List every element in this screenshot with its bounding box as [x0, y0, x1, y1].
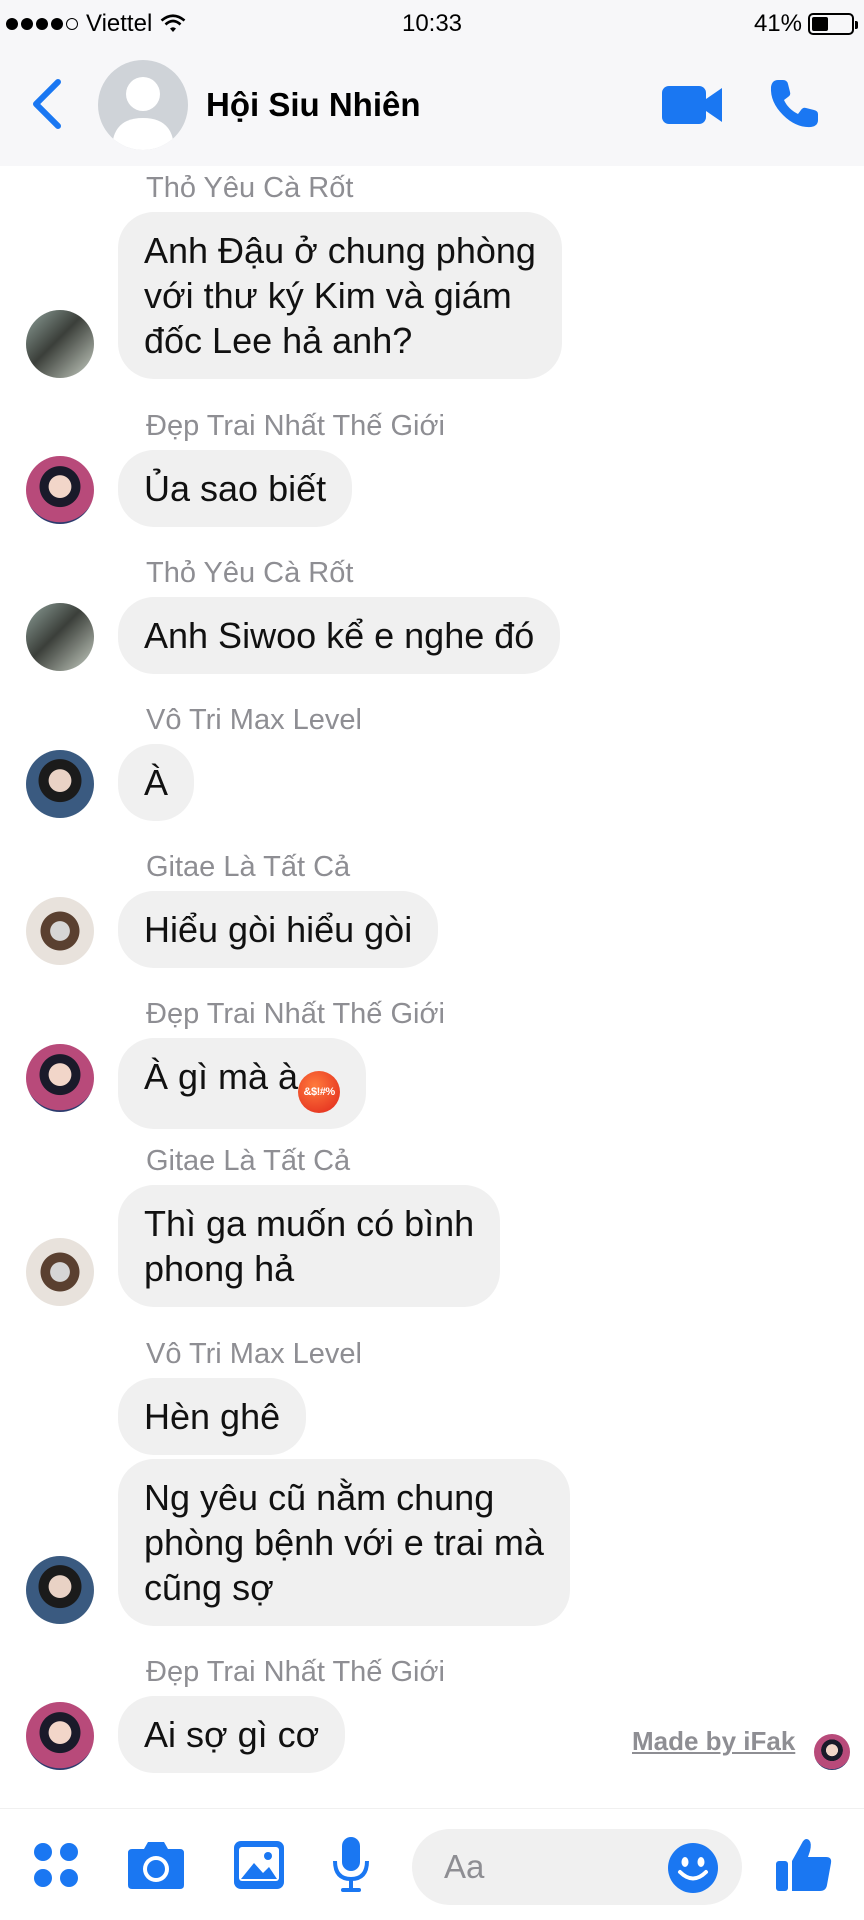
angry-face-icon: &$!#% — [298, 1071, 341, 1113]
message-line: phòng bệnh với e trai mà — [144, 1522, 544, 1563]
sender-avatar[interactable] — [26, 1238, 94, 1306]
message-line: Hèn ghê — [144, 1396, 281, 1437]
person-placeholder-icon — [112, 77, 174, 150]
message-bubble[interactable]: Ủa sao biết — [118, 450, 353, 527]
apps-icon[interactable] — [32, 1841, 80, 1889]
message-bubble[interactable]: Anh Siwoo kể e nghe đó — [118, 597, 561, 674]
message-bubble[interactable]: Anh Đậu ở chung phòng với thư ký Kim và … — [118, 212, 562, 379]
message-bubble[interactable]: À — [118, 744, 195, 821]
message-line: Ai sợ gì cơ — [144, 1714, 320, 1755]
sender-name: Vô Tri Max Level — [146, 1338, 362, 1370]
message-bubble[interactable]: Thì ga muốn có bình phong hả — [118, 1185, 501, 1307]
battery-icon — [808, 13, 858, 35]
message-line: với thư ký Kim và giám — [144, 275, 512, 316]
chat-header: Hội Siu Nhiên — [0, 46, 864, 166]
status-right: 41% — [753, 10, 858, 38]
message-line: Hiểu gòi hiểu gòi — [144, 909, 413, 950]
sender-name: Thỏ Yêu Cà Rốt — [146, 557, 354, 589]
sender-name: Đẹp Trai Nhất Thế Giới — [146, 1656, 445, 1688]
message-line: Ng yêu cũ nằm chung — [144, 1477, 495, 1518]
composer-bar — [0, 1808, 864, 1920]
back-chevron-icon[interactable] — [28, 76, 68, 132]
microphone-icon[interactable] — [330, 1835, 372, 1895]
battery-fill — [812, 17, 828, 31]
gallery-icon[interactable] — [232, 1839, 286, 1891]
sender-avatar[interactable] — [26, 456, 94, 524]
message-line: đốc Lee hả anh? — [144, 320, 413, 361]
camera-icon[interactable] — [126, 1839, 186, 1891]
message-line: cũng sợ — [144, 1567, 274, 1608]
message-bubble[interactable]: À gì mà à &$!#% — [118, 1038, 367, 1129]
sender-avatar[interactable] — [26, 603, 94, 671]
sender-name: Đẹp Trai Nhất Thế Giới — [146, 998, 445, 1030]
sender-name: Thỏ Yêu Cà Rốt — [146, 172, 354, 204]
message-bubble[interactable]: Ng yêu cũ nằm chung phòng bệnh với e tra… — [118, 1459, 570, 1626]
message-line: Ủa sao biết — [144, 468, 327, 509]
chat-title[interactable]: Hội Siu Nhiên — [206, 86, 421, 124]
message-bubble[interactable]: Hèn ghê — [118, 1378, 307, 1455]
thumbs-up-icon[interactable] — [774, 1835, 834, 1895]
group-avatar[interactable] — [98, 60, 188, 150]
sender-name: Gitae Là Tất Cả — [146, 851, 351, 883]
sender-avatar[interactable] — [26, 1556, 94, 1624]
message-bubble[interactable]: Hiểu gòi hiểu gòi — [118, 891, 439, 968]
status-bar: Viettel 10:33 41% — [0, 0, 864, 46]
message-text: À gì mà à — [144, 1056, 299, 1097]
message-line: Anh Đậu ở chung phòng — [144, 230, 536, 271]
sender-name: Đẹp Trai Nhất Thế Giới — [146, 410, 445, 442]
sender-avatar[interactable] — [26, 1702, 94, 1770]
message-line: À gì mà à &$!#% — [144, 1054, 341, 1113]
message-line: Anh Siwoo kể e nghe đó — [144, 615, 535, 656]
status-time: 10:33 — [401, 10, 463, 37]
message-line: Thì ga muốn có bình — [144, 1203, 475, 1244]
sender-name: Gitae Là Tất Cả — [146, 1145, 351, 1177]
battery-percent: 41% — [753, 10, 802, 37]
phone-call-icon[interactable] — [766, 76, 822, 132]
sender-avatar[interactable] — [26, 1044, 94, 1112]
message-input[interactable] — [444, 1847, 644, 1887]
emoji-icon[interactable] — [666, 1841, 720, 1895]
watermark-text: Made by iFak — [632, 1726, 796, 1756]
sender-avatar[interactable] — [26, 750, 94, 818]
sender-name: Vô Tri Max Level — [146, 704, 362, 736]
message-line: phong hả — [144, 1248, 295, 1289]
sender-avatar[interactable] — [26, 310, 94, 378]
message-line: À — [144, 762, 169, 803]
message-bubble[interactable]: Ai sợ gì cơ — [118, 1696, 346, 1773]
sender-avatar[interactable] — [26, 897, 94, 965]
video-call-icon[interactable] — [662, 82, 724, 128]
seen-avatar — [812, 1732, 852, 1772]
